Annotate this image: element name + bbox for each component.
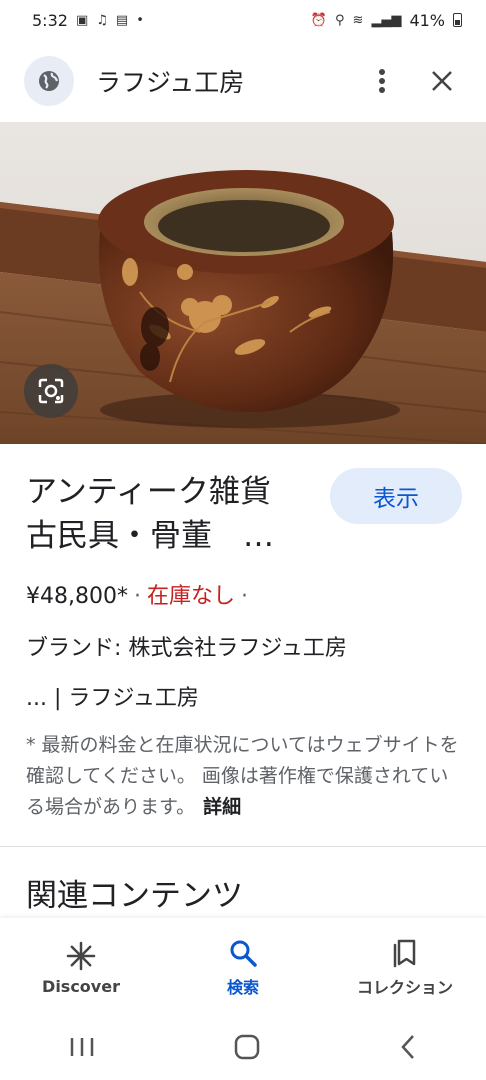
recents-icon [71,1038,94,1056]
status-left: 5:32 ▣ ♫ ▤ • [32,11,144,30]
back-button[interactable] [399,1034,417,1064]
nav-discover-label: Discover [42,976,120,996]
more-vert-icon [379,69,385,93]
search-icon [230,940,257,967]
lens-search-button[interactable] [24,364,78,418]
source-line: ... | ラフジュ工房 [26,686,199,711]
separator: · [241,584,248,609]
system-nav [0,1018,486,1080]
status-right: ⏰ ⚲ ≋ ▂▄▆ 41% [311,11,462,30]
related-heading: 関連コンテンツ [26,878,243,914]
notification-dot: • [136,12,144,28]
globe-icon[interactable] [24,56,74,106]
music-icon: ♫ [96,12,108,28]
more-options-button[interactable] [362,61,402,101]
price-line: ¥48,800* · 在庫なし · [26,578,254,610]
news-icon: ▤ [115,12,129,28]
nav-collections-label: コレクション [356,978,453,997]
nav-discover[interactable]: Discover [6,941,156,996]
product-title-line1: アンティーク雑貨 [26,474,271,510]
battery-percent: 41% [409,10,445,30]
wifi-icon: ≋ [352,12,364,28]
close-button[interactable] [422,61,462,101]
price: ¥48,800* [26,584,128,609]
status-bar: 5:32 ▣ ♫ ▤ • ⏰ ⚲ ≋ ▂▄▆ 41% [0,0,486,40]
status-time: 5:32 [32,10,68,30]
alarm-icon: ⏰ [310,12,327,28]
nav-search-label: 検索 [226,978,259,997]
recents-button[interactable] [69,1036,95,1062]
bookmarks-icon [393,939,416,968]
disclaimer: * 最新の料金と在庫状況についてはウェブサイトを確認してください。 画像は著作権… [26,730,466,823]
bottom-nav: Discover 検索 コレクション [0,918,486,1018]
divider [0,846,486,847]
stock-status: 在庫なし [146,584,235,609]
close-icon [432,71,452,91]
home-icon [234,1034,260,1060]
lens-icon [38,378,64,404]
nav-collections[interactable]: コレクション [330,938,480,998]
battery-icon [453,13,462,27]
brand-line: ブランド: 株式会社ラフジュ工房 [26,636,347,661]
location-icon: ⚲ [335,12,345,28]
home-button[interactable] [234,1034,260,1064]
gallery-icon: ▣ [75,12,89,28]
nav-search[interactable]: 検索 [168,938,318,998]
show-button[interactable]: 表示 [330,468,462,524]
back-chevron-icon [400,1035,414,1059]
product-image[interactable] [0,122,486,444]
disclaimer-text: * 最新の料金と在庫状況についてはウェブサイトを確認してください。 画像は著作権… [26,734,459,818]
signal-icon: ▂▄▆ [371,12,402,28]
app-bar: ラフジュ工房 [0,40,486,122]
product-title-line2: 古民具・骨董 … [26,518,274,554]
separator: · [133,584,141,609]
product-title: アンティーク雑貨 古民具・骨董 … [26,470,316,558]
asterisk-icon [66,941,96,970]
details-link[interactable]: 詳細 [203,796,241,818]
site-title: ラフジュ工房 [96,68,245,97]
